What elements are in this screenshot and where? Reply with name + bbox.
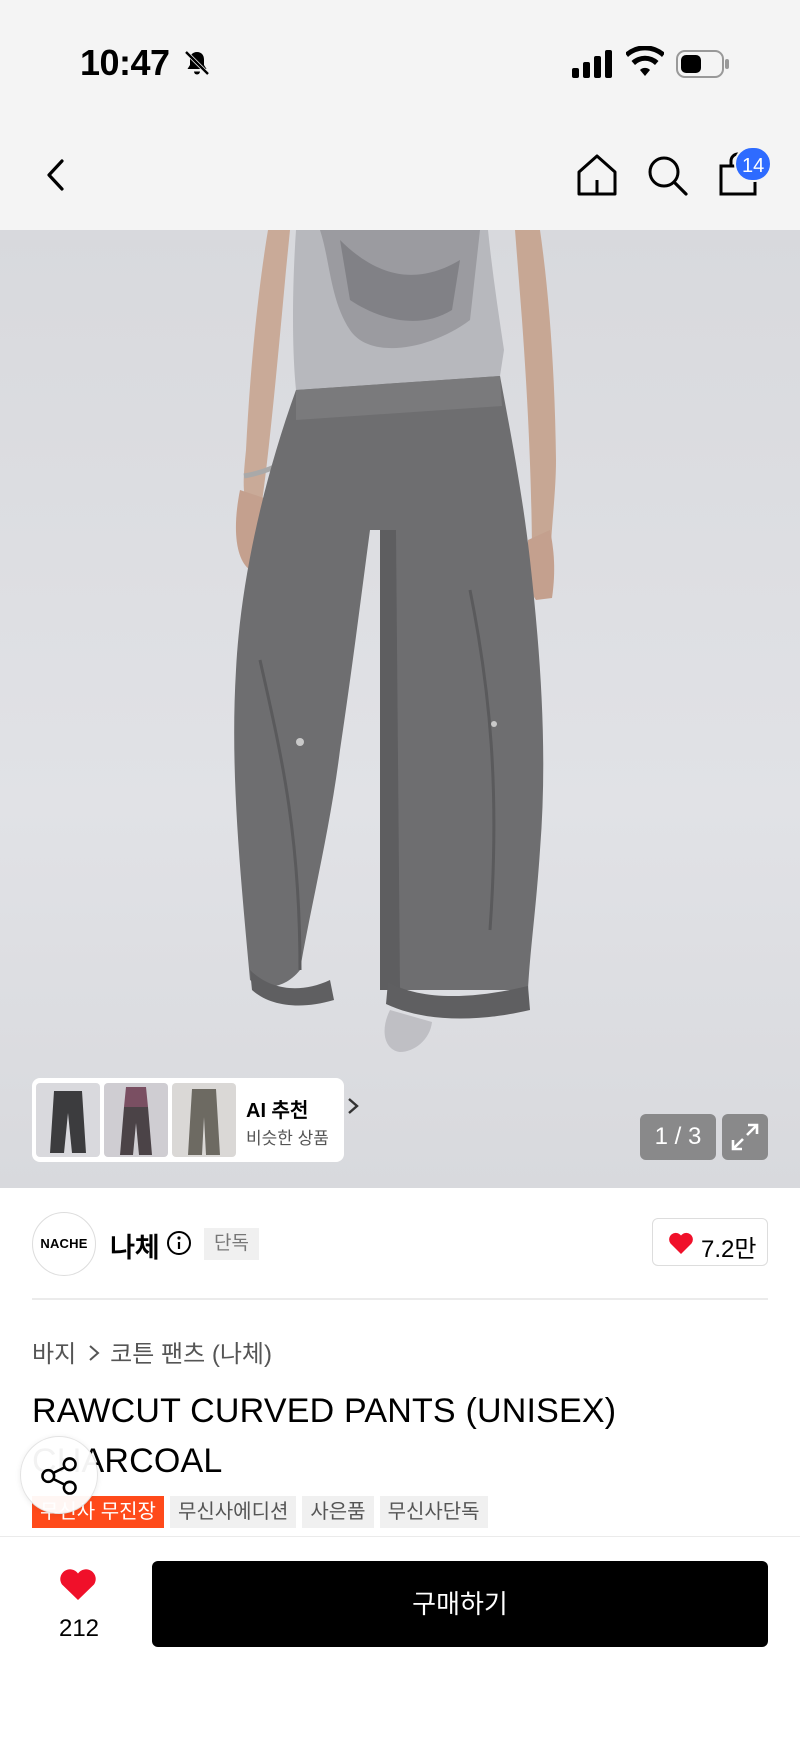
ai-recommend-card[interactable]: AI 추천 비슷한 상품: [32, 1078, 359, 1162]
brand-logo[interactable]: NACHE: [32, 1212, 96, 1276]
cart-count-badge: 14: [734, 146, 773, 182]
tag-gift: 사은품: [302, 1496, 374, 1528]
share-icon[interactable]: [20, 1436, 98, 1514]
tag-musinsa-exclusive: 무신사단독: [379, 1496, 488, 1528]
info-icon[interactable]: [166, 1230, 192, 1256]
chevron-right-icon: [89, 1345, 100, 1361]
bell-slash-icon: [184, 50, 210, 76]
brand-like-count: 7.2만: [701, 1236, 757, 1263]
back-icon[interactable]: [30, 148, 84, 202]
recommend-thumb[interactable]: [104, 1083, 168, 1157]
tag-musinsa-edition: 무신사에디션: [169, 1496, 297, 1528]
divider: [32, 1298, 768, 1300]
wishlist-heart-icon[interactable]: [58, 1565, 98, 1603]
ai-recommend-subtitle: 비슷한 상품: [246, 1129, 329, 1148]
product-tags: 무신사 무진장 무신사에디션 사은품 무신사단독: [32, 1496, 488, 1528]
expand-icon[interactable]: [722, 1114, 768, 1160]
breadcrumb-category[interactable]: 바지: [32, 1341, 76, 1368]
ai-recommend-title: AI 추천: [246, 1100, 309, 1122]
top-nav: [0, 120, 800, 230]
heart-icon: [669, 1232, 693, 1254]
chevron-right-icon: [348, 1098, 359, 1114]
product-photo: [234, 230, 556, 1052]
bottom-action-bar: 212 구매하기: [0, 1536, 800, 1740]
recommend-thumb[interactable]: [36, 1083, 100, 1157]
exclusive-badge: 단독: [204, 1228, 259, 1260]
status-bar: 10:47: [0, 0, 800, 120]
breadcrumb-subcategory[interactable]: 코튼 팬츠 (나체): [110, 1341, 272, 1368]
product-title: RAWCUT CURVED PANTS (UNISEX) CHARCOAL: [32, 1392, 617, 1480]
wifi-icon: [626, 46, 664, 76]
signal-icon: [572, 50, 612, 78]
home-icon[interactable]: [570, 148, 624, 202]
brand-like-button[interactable]: 7.2만: [652, 1218, 768, 1266]
brand-name[interactable]: 나체: [110, 1226, 160, 1265]
search-icon[interactable]: [640, 148, 694, 202]
battery-icon: [676, 50, 729, 78]
wishlist-count: 212: [58, 1615, 100, 1642]
breadcrumb: 바지 코튼 팬츠 (나체): [32, 1334, 272, 1369]
status-time: 10:47: [80, 42, 170, 83]
image-counter: 1 / 3: [640, 1114, 716, 1160]
product-image[interactable]: [0, 230, 800, 1188]
buy-button[interactable]: 구매하기: [152, 1561, 768, 1647]
recommend-thumb[interactable]: [172, 1083, 236, 1157]
